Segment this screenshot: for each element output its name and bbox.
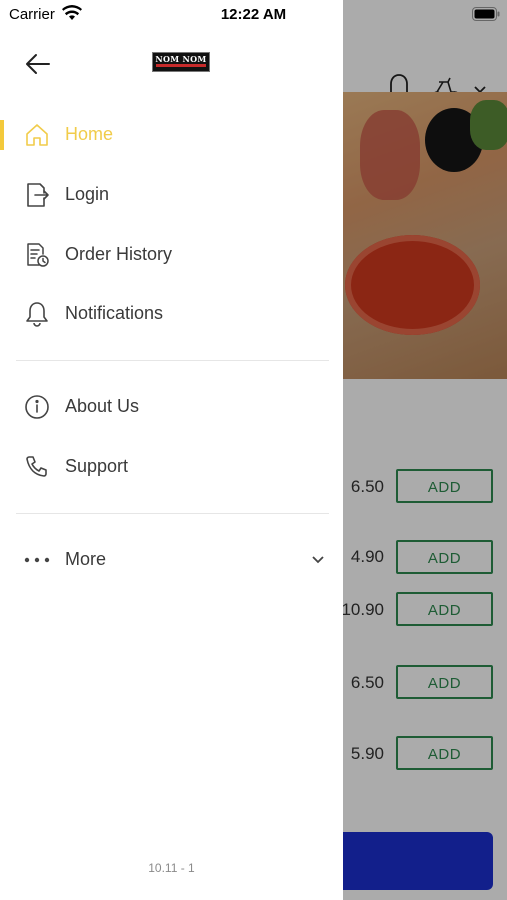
home-icon bbox=[26, 124, 48, 146]
login-icon bbox=[27, 183, 49, 207]
divider bbox=[16, 513, 329, 514]
menu-item-support[interactable]: Support bbox=[0, 441, 343, 493]
menu-item-order-history[interactable]: Order History bbox=[0, 229, 343, 281]
menu-item-label: More bbox=[65, 549, 107, 569]
phone-icon bbox=[26, 456, 47, 477]
order-history-icon bbox=[27, 243, 49, 267]
logo-strip bbox=[156, 64, 206, 67]
menu-item-label: About Us bbox=[65, 396, 140, 416]
menu-item-login[interactable]: Login bbox=[0, 169, 343, 221]
restaurant-logo: NOM NOM bbox=[152, 52, 210, 72]
menu-item-label: Order History bbox=[65, 244, 173, 264]
back-arrow-icon[interactable] bbox=[24, 50, 52, 78]
more-dots-icon bbox=[24, 557, 50, 563]
status-bar: Carrier 12:22 AM bbox=[0, 0, 507, 30]
menu-item-label: Login bbox=[65, 184, 110, 204]
menu-item-label: Home bbox=[65, 124, 114, 144]
menu-item-label: Support bbox=[65, 456, 129, 476]
bell-icon bbox=[26, 302, 48, 327]
menu-item-notifications[interactable]: Notifications bbox=[0, 288, 343, 340]
menu-item-label: Notifications bbox=[65, 303, 164, 323]
app-version: 10.11 - 1 bbox=[148, 861, 195, 875]
menu-item-home[interactable]: Home bbox=[0, 109, 343, 161]
navigation-drawer: NOM NOM Home Login Order History Notific… bbox=[0, 0, 343, 900]
menu-item-more[interactable]: More bbox=[0, 534, 343, 586]
divider bbox=[16, 360, 329, 361]
menu-item-about-us[interactable]: About Us bbox=[0, 381, 343, 433]
clock: 12:22 AM bbox=[220, 6, 287, 23]
chevron-down-icon[interactable] bbox=[310, 552, 326, 566]
logo-text: NOM NOM bbox=[155, 54, 207, 64]
info-icon bbox=[25, 395, 49, 419]
battery-icon bbox=[472, 7, 500, 21]
